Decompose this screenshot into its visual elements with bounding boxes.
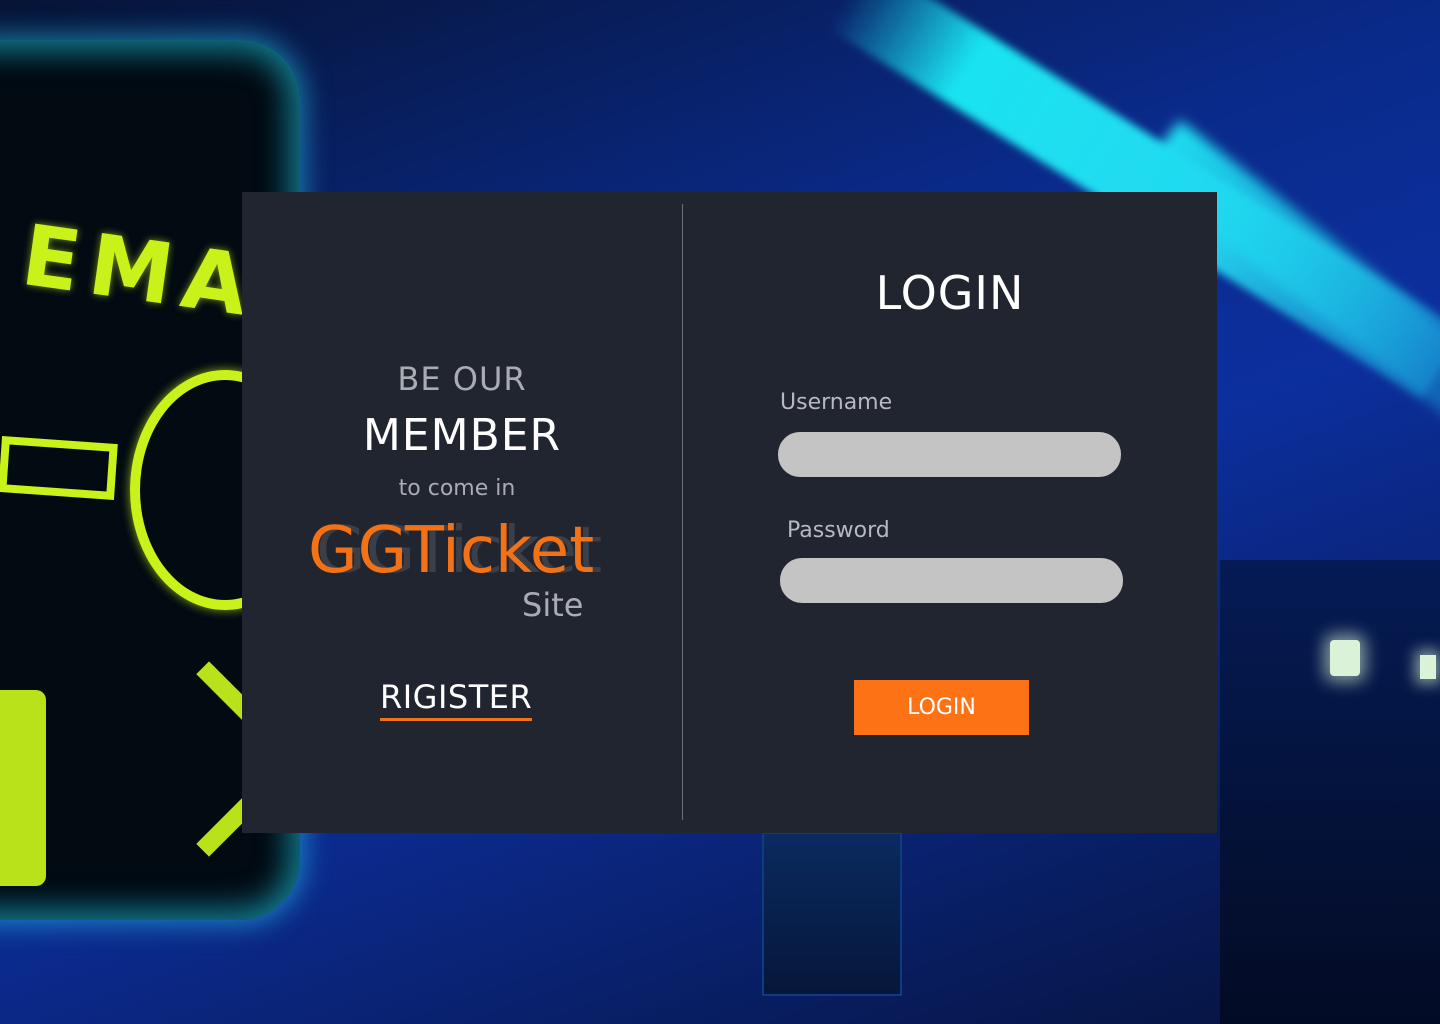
login-card: BE OUR MEMBER to come in GGTicket GGTick…: [242, 192, 1217, 833]
card-divider: [682, 204, 683, 820]
promo-line-member: MEMBER: [362, 410, 562, 461]
wall-light: [1330, 640, 1360, 676]
username-label: Username: [780, 390, 893, 415]
username-input[interactable]: [778, 432, 1121, 477]
wall-light: [1420, 655, 1436, 679]
login-button[interactable]: LOGIN: [854, 680, 1029, 735]
movie-poster: [762, 832, 902, 996]
brand-logo: GGTicket GGTicket: [308, 514, 608, 594]
promo-line-be-our: BE OUR: [397, 360, 527, 398]
login-title: LOGIN: [875, 266, 1025, 320]
promo-line-to-come-in: to come in: [398, 476, 516, 501]
cinema-sign-figure: [0, 690, 46, 886]
cinema-sign-dash: [0, 436, 118, 500]
password-input[interactable]: [780, 558, 1123, 603]
brand-name: GGTicket: [308, 514, 595, 588]
brand-suffix: Site: [522, 586, 584, 624]
corridor-wall: [1220, 560, 1440, 1024]
password-label: Password: [787, 518, 890, 543]
register-link[interactable]: RIGISTER: [380, 678, 533, 721]
